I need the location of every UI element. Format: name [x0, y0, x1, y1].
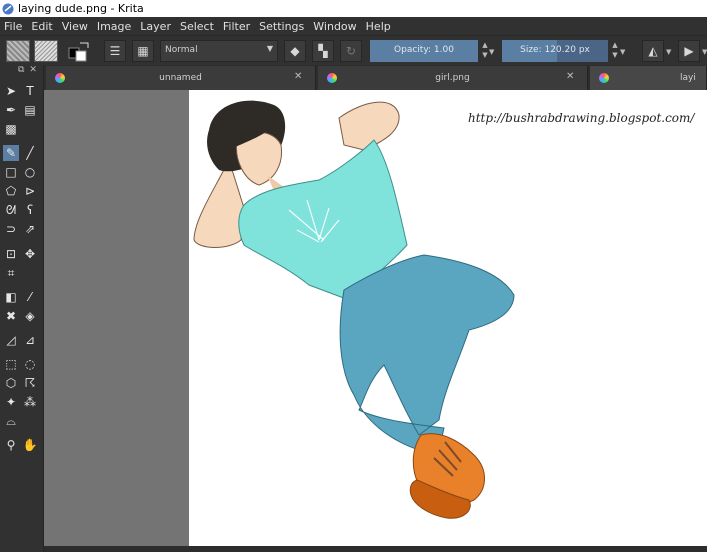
rect-select-tool-icon[interactable]: ⬚: [3, 356, 19, 372]
color-picker-tool-icon[interactable]: ⁄: [22, 289, 38, 305]
toolbox-header: ⧉ ✕: [0, 65, 43, 79]
menu-window[interactable]: Window: [313, 20, 356, 33]
polygon-tool-icon[interactable]: ⬠: [3, 183, 19, 199]
horizontal-scrollbar[interactable]: [44, 546, 707, 552]
close-tab-icon[interactable]: ✕: [566, 71, 574, 82]
chevron-down-icon: ▼: [266, 44, 273, 53]
crop-tool-icon[interactable]: ⌗: [3, 265, 19, 281]
opacity-label: Opacity: 1.00: [394, 45, 454, 55]
brush-editor-icon[interactable]: ☰: [104, 40, 126, 62]
menu-settings[interactable]: Settings: [259, 20, 304, 33]
alpha-lock-icon[interactable]: ▚: [312, 40, 334, 62]
close-tab-icon[interactable]: ✕: [294, 71, 302, 82]
move-tool-icon[interactable]: ✥: [22, 246, 38, 262]
gradient-preset-button[interactable]: [34, 40, 58, 62]
menu-select[interactable]: Select: [180, 20, 214, 33]
edit-shapes-tool-icon[interactable]: ✒: [3, 102, 19, 118]
artwork-laying-dude: [193, 100, 515, 519]
tab-girl-png[interactable]: girl.png ✕: [318, 66, 588, 90]
pan-tool-icon[interactable]: ✋: [22, 437, 38, 453]
title-bar: laying dude.png - Krita: [0, 0, 707, 17]
pattern-tool-icon[interactable]: ▩: [3, 121, 19, 137]
eraser-mode-icon[interactable]: ◆: [284, 40, 306, 62]
brush-size-slider[interactable]: Size: 120.20 px: [502, 40, 608, 62]
menu-image[interactable]: Image: [97, 20, 131, 33]
contiguous-select-tool-icon[interactable]: ✦: [3, 394, 19, 410]
assistant-tool-icon[interactable]: ◿: [3, 332, 19, 348]
blend-mode-value: Normal: [165, 45, 198, 55]
close-panel-icon[interactable]: ✕: [29, 65, 37, 75]
bezier-tool-icon[interactable]: ᘛ: [3, 202, 19, 218]
blend-mode-select[interactable]: Normal ▼: [160, 40, 278, 62]
similar-select-tool-icon[interactable]: ⁂: [22, 394, 38, 410]
ellipse-select-tool-icon[interactable]: ◌: [22, 356, 38, 372]
multibrush-tool-icon[interactable]: ⇗: [22, 221, 38, 237]
menu-file[interactable]: File: [4, 20, 22, 33]
mirror-vertical-icon[interactable]: ▶: [678, 40, 700, 62]
size-spinner[interactable]: ▲ ▼: [611, 40, 619, 62]
gradient-tool-icon[interactable]: ◧: [3, 289, 19, 305]
text-tool-icon[interactable]: T: [22, 83, 38, 99]
fill-tool-icon[interactable]: ◈: [22, 308, 38, 324]
brush-presets-icon[interactable]: ▦: [132, 40, 154, 62]
freehand-path-tool-icon[interactable]: ʕ: [22, 202, 38, 218]
mirror-horizontal-icon[interactable]: ◭: [642, 40, 664, 62]
float-panel-icon[interactable]: ⧉: [18, 65, 24, 75]
ellipse-tool-icon[interactable]: ○: [22, 164, 38, 180]
calligraphy-tool-icon[interactable]: ▤: [22, 102, 38, 118]
canvas-area[interactable]: http://bushrabdrawing.blogspot.com/: [44, 90, 707, 546]
window-title: laying dude.png - Krita: [18, 2, 144, 15]
menu-edit[interactable]: Edit: [31, 20, 52, 33]
toolbox-panel: ⧉ ✕ ➤ T ✒ ▤ ▩ ✎ ╱ □ ○ ⬠ ⊳ ᘛ ʕ ⊃ ⇗ ⊡ ✥ ⌗ …: [0, 65, 44, 552]
krita-app-icon: [2, 3, 14, 14]
polygon-select-tool-icon[interactable]: ⬡: [3, 375, 19, 391]
measure-tool-icon[interactable]: ⊿: [22, 332, 38, 348]
size-label: Size: 120.20 px: [520, 45, 590, 55]
menu-view[interactable]: View: [62, 20, 88, 33]
bezier-select-tool-icon[interactable]: ⌓: [3, 413, 19, 429]
polyline-tool-icon[interactable]: ⊳: [22, 183, 38, 199]
tool-options-bar: ☰ ▦ Normal ▼ ◆ ▚ ↻ Opacity: 1.00 ▲ ▼ ▼ Si…: [0, 35, 707, 65]
rectangle-tool-icon[interactable]: □: [3, 164, 19, 180]
tab-label: girl.png: [435, 73, 470, 83]
dynamic-brush-tool-icon[interactable]: ⊃: [3, 221, 19, 237]
reload-preset-icon[interactable]: ↻: [340, 40, 362, 62]
select-shapes-tool-icon[interactable]: ➤: [3, 83, 19, 99]
smart-patch-tool-icon[interactable]: ✖: [3, 308, 19, 324]
transform-tool-icon[interactable]: ⊡: [3, 246, 19, 262]
tab-label: unnamed: [159, 73, 202, 83]
zoom-tool-icon[interactable]: ⚲: [3, 437, 19, 453]
opacity-spinner[interactable]: ▲ ▼: [481, 40, 489, 62]
tab-unnamed[interactable]: unnamed ✕: [46, 66, 316, 90]
tab-laying-dude[interactable]: layi: [590, 66, 707, 90]
menu-filter[interactable]: Filter: [223, 20, 250, 33]
menu-layer[interactable]: Layer: [140, 20, 171, 33]
freehand-select-tool-icon[interactable]: ☈: [22, 375, 38, 391]
tab-label: layi: [680, 73, 696, 83]
freehand-brush-tool-icon[interactable]: ✎: [3, 145, 19, 161]
opacity-slider[interactable]: Opacity: 1.00: [370, 40, 478, 62]
line-tool-icon[interactable]: ╱: [22, 145, 38, 161]
watermark-text: http://bushrabdrawing.blogspot.com/: [468, 111, 695, 125]
pattern-preset-button[interactable]: [6, 40, 30, 62]
fg-bg-color-icon[interactable]: [66, 40, 92, 62]
menu-help[interactable]: Help: [366, 20, 391, 33]
document-tab-bar: unnamed ✕ girl.png ✕ layi: [44, 65, 707, 90]
canvas-document[interactable]: http://bushrabdrawing.blogspot.com/: [189, 90, 707, 546]
menu-bar: File Edit View Image Layer Select Filter…: [0, 17, 707, 35]
